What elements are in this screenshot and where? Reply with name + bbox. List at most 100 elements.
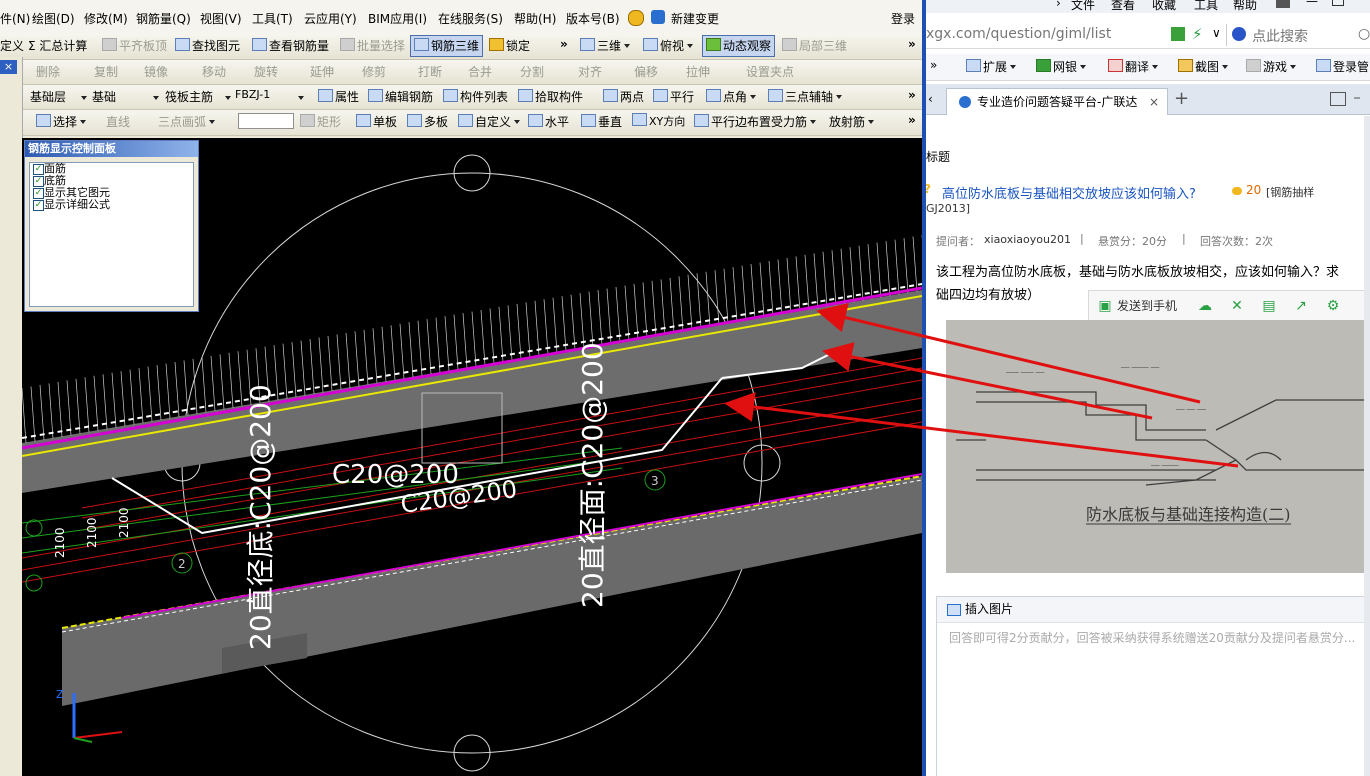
insert-image-button[interactable]: 插入图片 (965, 597, 1013, 622)
window-pin-icon[interactable] (1276, 0, 1290, 8)
tab-scroll-left[interactable]: ‹ (928, 92, 933, 106)
browser-menu-help[interactable]: 帮助 (1233, 0, 1257, 13)
fav-login[interactable]: 登录管 (1316, 58, 1369, 75)
save-icon[interactable]: ▤ (1261, 298, 1277, 314)
dynamic-orbit-button[interactable]: 动态观察 (723, 39, 771, 53)
custom-dropdown[interactable]: 自定义 (475, 115, 511, 129)
lightning-icon[interactable]: ⚡ (1192, 25, 1203, 43)
tab-menu-icon[interactable]: ⎯ (1354, 90, 1360, 105)
split-button[interactable]: 分割 (520, 63, 544, 80)
subtype-select[interactable]: 筏板主筋 (165, 88, 213, 105)
fav-online-banking[interactable]: 网银 (1036, 58, 1087, 75)
mirror-button[interactable]: 镜像 (144, 63, 168, 80)
fav-translate[interactable]: 翻译 (1108, 58, 1159, 75)
arc-parameter-input[interactable] (238, 113, 294, 129)
baidu-paw-icon[interactable] (1232, 27, 1246, 41)
menu-view[interactable]: 视图(V) (200, 10, 242, 27)
define-button[interactable]: 定义 (0, 37, 24, 54)
browser-back-chevron[interactable]: › (1056, 0, 1061, 10)
horizontal-button[interactable]: 水平 (545, 115, 569, 129)
search-icon[interactable]: ○ (1358, 26, 1370, 42)
edit-rebar-button[interactable]: 编辑钢筋 (385, 90, 433, 104)
fav-screenshot[interactable]: 截图 (1178, 58, 1229, 75)
category-tag[interactable]: [钢筋抽样 (1266, 184, 1314, 200)
toolbar4-overflow-chevron[interactable]: » (908, 113, 916, 127)
extend-button[interactable]: 延伸 (310, 63, 334, 80)
share-icon[interactable]: ↗ (1293, 298, 1309, 314)
tab-close-icon[interactable]: × (1149, 89, 1159, 115)
category-select[interactable]: 基础 (92, 88, 116, 105)
menu-rebar-quantity[interactable]: 钢筋量(Q) (136, 10, 191, 27)
tab-restore-icon[interactable] (1330, 92, 1346, 106)
menu-online-service[interactable]: 在线服务(S) (438, 10, 503, 27)
menu-draw[interactable]: 绘图(D) (32, 10, 75, 27)
checkbox-top-rebar[interactable]: ✓ (33, 164, 44, 175)
page-scrollbar[interactable] (1364, 116, 1370, 776)
radial-rebar-dropdown[interactable]: 放射筋 (829, 115, 865, 129)
layer-select[interactable]: 基础层 (30, 88, 66, 105)
toolbar1-overflow-chevron[interactable]: » (908, 37, 916, 51)
batch-select-button[interactable]: 批量选择 (357, 39, 405, 53)
three-point-axis-dropdown[interactable]: 三点辅轴 (785, 90, 833, 104)
view-3d-dropdown[interactable]: 三维 (597, 39, 621, 53)
view-rebar-quantity-button[interactable]: 查看钢筋量 (269, 39, 329, 53)
cloud-icon[interactable]: ☁ (1197, 298, 1213, 314)
rotate-button[interactable]: 旋转 (254, 63, 278, 80)
line-button[interactable]: 直线 (106, 115, 130, 129)
menu-version[interactable]: 版本号(B) (566, 10, 620, 27)
copy-button[interactable]: 复制 (94, 63, 118, 80)
top-view-dropdown[interactable]: 俯视 (660, 39, 684, 53)
menu-tools[interactable]: 工具(T) (252, 10, 293, 27)
login-button[interactable]: 登录 (891, 10, 915, 27)
close-pane-icon[interactable]: × (0, 60, 17, 74)
menu-file[interactable]: 件(N) (0, 10, 30, 27)
browser-menu-view[interactable]: 查看 (1111, 0, 1135, 13)
two-point-button[interactable]: 两点 (620, 90, 644, 104)
toolbar-overflow-chevron[interactable]: » (560, 37, 568, 51)
properties-button[interactable]: 属性 (335, 90, 359, 104)
browser-menu-tools[interactable]: 工具 (1194, 0, 1218, 13)
fav-games[interactable]: 游戏 (1246, 58, 1297, 75)
trim-button[interactable]: 修剪 (362, 63, 386, 80)
tab-active[interactable]: 专业造价问题答疑平台-广联达 × (946, 88, 1168, 115)
set-grip-button[interactable]: 设置夹点 (746, 63, 794, 80)
send-to-phone-button[interactable]: 发送到手机 (1117, 291, 1177, 321)
parallel-edge-rebar-dropdown[interactable]: 平行边布置受力筋 (711, 115, 807, 129)
fav-overflow-chevron[interactable]: » (930, 58, 937, 72)
component-list-button[interactable]: 构件列表 (460, 90, 508, 104)
summary-calc-button[interactable]: Σ 汇总计算 (28, 37, 87, 54)
select-dropdown[interactable]: 选择 (53, 115, 77, 129)
window-maximize-icon[interactable] (1332, 0, 1344, 6)
checkbox-bottom-rebar[interactable]: ✓ (33, 176, 44, 187)
point-angle-dropdown[interactable]: 点角 (723, 90, 747, 104)
question-title-link[interactable]: 高位防水底板与基础相交放坡应该如何输入? (942, 183, 1196, 202)
three-point-arc-dropdown[interactable]: 三点画弧 (158, 115, 206, 129)
search-input[interactable]: 点此搜索 (1252, 26, 1308, 46)
merge-button[interactable]: 合并 (468, 63, 492, 80)
xy-direction-button[interactable]: XY方向 (649, 115, 685, 128)
component-name-select[interactable]: FBZJ-1 (235, 88, 270, 101)
window-minimize-icon[interactable]: — (1306, 0, 1318, 8)
move-button[interactable]: 移动 (202, 63, 226, 80)
local-3d-button[interactable]: 局部三维 (799, 39, 847, 53)
menu-modify[interactable]: 修改(M) (84, 10, 128, 27)
stretch-button[interactable]: 拉伸 (686, 63, 710, 80)
new-change-button[interactable]: 新建变更 (671, 10, 719, 27)
fav-extensions[interactable]: 扩展 (966, 58, 1017, 75)
break-button[interactable]: 打断 (418, 63, 442, 80)
lock-button[interactable]: 锁定 (506, 39, 530, 53)
rectangle-button[interactable]: 矩形 (317, 115, 341, 129)
option-show-detailed-formula[interactable]: ✓ 显示详细公式 (30, 199, 193, 211)
answer-textarea[interactable]: 回答即可得2分贡献分，回答被采纳获得系统赠送20贡献分及提问者悬赏分... (937, 623, 1370, 652)
vertical-button[interactable]: 垂直 (598, 115, 622, 129)
new-tab-plus-icon[interactable]: + (1174, 88, 1189, 109)
flush-slab-top-button[interactable]: 平齐板顶 (119, 39, 167, 53)
browser-menu-favorites[interactable]: 收藏 (1152, 0, 1176, 13)
align-button[interactable]: 对齐 (578, 63, 602, 80)
checkbox-show-detailed-formula[interactable]: ✓ (33, 200, 44, 211)
offset-button[interactable]: 偏移 (634, 63, 658, 80)
toolbar3-overflow-chevron[interactable]: » (908, 88, 916, 102)
fullscreen-icon[interactable]: ✕ (1229, 298, 1245, 314)
rebar-3d-button[interactable]: 钢筋三维 (431, 39, 479, 53)
menu-help[interactable]: 帮助(H) (514, 10, 556, 27)
